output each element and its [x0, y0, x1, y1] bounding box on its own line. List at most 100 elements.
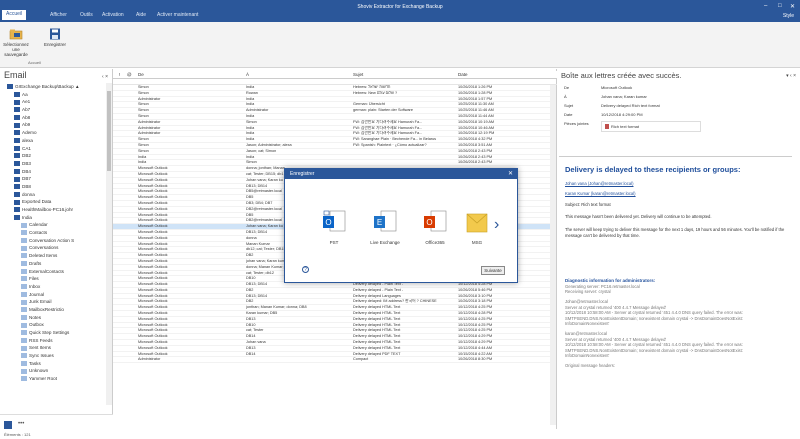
maximize-icon[interactable]: □ — [778, 3, 782, 9]
help-icon[interactable]: ? — [302, 266, 309, 273]
tree-item-label: Deleted Items — [29, 253, 58, 259]
tree-item-label: Ademo — [22, 130, 37, 136]
col-from[interactable]: De — [138, 72, 144, 77]
tree-item[interactable]: Ab8 — [0, 114, 106, 122]
tree-item[interactable]: Drafts — [0, 260, 106, 268]
table-row[interactable]: Administrator Compact 10/26/2018 8:30 PM — [113, 357, 551, 364]
meta-to-value: Johan vana; Karan kumar — [601, 94, 647, 99]
tree-item-label: Yammer Root — [29, 376, 57, 382]
tree-item[interactable]: DB2 — [0, 152, 106, 160]
tree-item[interactable]: Deleted Items — [0, 252, 106, 260]
tree-item[interactable]: Conversations — [0, 244, 106, 252]
tree-item[interactable]: Tasks — [0, 360, 106, 368]
folder-icon — [21, 307, 27, 313]
mailbox-icon — [14, 176, 20, 182]
dialog-close-icon[interactable]: ✕ — [508, 169, 513, 179]
folder-pane-header: Email ‹ × — [0, 69, 112, 81]
tree-item[interactable]: DB7 — [0, 175, 106, 183]
tree-item[interactable]: Exported Data — [0, 198, 106, 206]
tree-item[interactable]: Quick Step Settings — [0, 329, 106, 337]
tree-item[interactable]: Contacts — [0, 229, 106, 237]
tree-item-label: DB8 — [22, 183, 31, 189]
tree-item[interactable]: Sync Issues — [0, 352, 106, 360]
tree-item[interactable]: HealthMailbox-PC16.johr — [0, 206, 106, 214]
option-pst-label: PST — [329, 240, 339, 245]
tree-item[interactable]: GrExchange Backup\Backup ▲ — [0, 83, 106, 91]
tab-outils[interactable]: Outils — [80, 12, 93, 18]
option-office365[interactable]: O — [422, 209, 448, 235]
tree-item[interactable]: Inbox — [0, 283, 106, 291]
tree-item[interactable]: Unknown — [0, 367, 106, 375]
meta-from-label: De — [564, 85, 570, 90]
diagnostic-line: 10/12/2018 10:58:00 AM - Server at cryst… — [565, 310, 743, 327]
minimize-icon[interactable]: – — [764, 3, 767, 9]
tree-item[interactable]: Ae1 — [0, 98, 106, 106]
tree-item[interactable]: Notes — [0, 314, 106, 322]
option-pst[interactable]: O — [321, 209, 347, 235]
col-subject[interactable]: Sujet — [353, 72, 363, 77]
tree-item[interactable]: Aa — [0, 91, 106, 99]
status-bar: Éléments : 121 — [4, 432, 31, 437]
tab-afficher[interactable]: Afficher — [50, 12, 67, 18]
save-icon — [48, 28, 62, 40]
folder-pane-controls[interactable]: ‹ × — [102, 71, 108, 83]
select-backup-button[interactable]: Sélectionnez une sauvegarde — [3, 28, 29, 57]
tree-item[interactable]: Ademo — [0, 129, 106, 137]
tree-item[interactable]: Ab9 — [0, 121, 106, 129]
recipient-link-2[interactable]: Karan Kumar (karan@retmaster.local) — [565, 191, 786, 197]
tree-item-label: Calendar — [29, 222, 48, 228]
tree-item[interactable]: Journal — [0, 291, 106, 299]
close-icon[interactable]: ✕ — [790, 3, 795, 10]
tree-item[interactable]: India — [0, 214, 106, 222]
tree-item[interactable]: Calendar — [0, 221, 106, 229]
col-attachment[interactable]: @ — [127, 72, 132, 77]
tree-item-label: Junk Email — [29, 299, 52, 305]
mail-nav-icon[interactable] — [4, 421, 12, 429]
col-to[interactable]: À — [246, 72, 249, 77]
tree-item[interactable]: ExternalContacts — [0, 268, 106, 276]
tree-item[interactable]: DB8 — [0, 183, 106, 191]
select-backup-label: Sélectionnez une sauvegarde — [3, 42, 29, 57]
tree-item-label: DB7 — [22, 176, 31, 182]
tab-activer-maintenant[interactable]: Activer maintenant — [157, 12, 198, 18]
next-options-arrow-icon[interactable]: › — [494, 216, 499, 234]
reading-pane-controls[interactable]: ▾ ‹ × — [786, 69, 796, 83]
tab-accueil[interactable]: Accueil — [2, 10, 27, 20]
next-button[interactable]: Suivante — [481, 266, 505, 275]
message-list-scrollbar[interactable] — [550, 85, 556, 425]
col-date[interactable]: Date — [458, 72, 468, 77]
save-button[interactable]: Enregistrer — [42, 28, 68, 47]
tree-item[interactable]: Conversation Action S — [0, 237, 106, 245]
tree-item-label: Files — [29, 276, 39, 282]
window-title: Shoviv Extractor for Exchange Backup — [357, 4, 443, 10]
style-menu[interactable]: Style — [783, 13, 794, 19]
tree-item[interactable]: alexa — [0, 137, 106, 145]
tree-item[interactable]: DB3 — [0, 160, 106, 168]
tree-item[interactable]: Outbox — [0, 321, 106, 329]
tab-activation[interactable]: Activation — [102, 12, 124, 18]
tree-item[interactable]: MailboxRestrictio — [0, 306, 106, 314]
col-importance[interactable]: ! — [119, 72, 120, 77]
tree-item[interactable]: donna — [0, 191, 106, 199]
more-nav-button[interactable]: ••• — [18, 421, 24, 427]
folder-scrollbar[interactable] — [106, 83, 112, 405]
tree-item[interactable]: Files — [0, 275, 106, 283]
meta-attachments-label: Pièces jointes — [564, 121, 589, 126]
mailbox-icon — [14, 145, 20, 151]
tree-item[interactable]: Sent Items — [0, 344, 106, 352]
folder-icon — [21, 261, 27, 267]
attachment-chip[interactable]: Rich text format — [601, 121, 701, 133]
tree-item[interactable]: DB4 — [0, 168, 106, 176]
folder-icon — [21, 222, 27, 228]
tree-item[interactable]: Ab7 — [0, 106, 106, 114]
cell-subject: Compact — [353, 357, 369, 362]
tree-item[interactable]: RSS Feeds — [0, 337, 106, 345]
recipient-link-1[interactable]: Johan vana (Johan@retmaster.local) — [565, 181, 786, 187]
option-msg[interactable] — [464, 209, 490, 235]
diagnostic-line: Receiving server: crystal — [565, 289, 611, 295]
tab-aide[interactable]: Aide — [136, 12, 146, 18]
tree-item[interactable]: Yammer Root — [0, 375, 106, 383]
option-live-exchange[interactable]: E — [372, 209, 398, 235]
tree-item[interactable]: CA1 — [0, 145, 106, 153]
tree-item[interactable]: Junk Email — [0, 298, 106, 306]
